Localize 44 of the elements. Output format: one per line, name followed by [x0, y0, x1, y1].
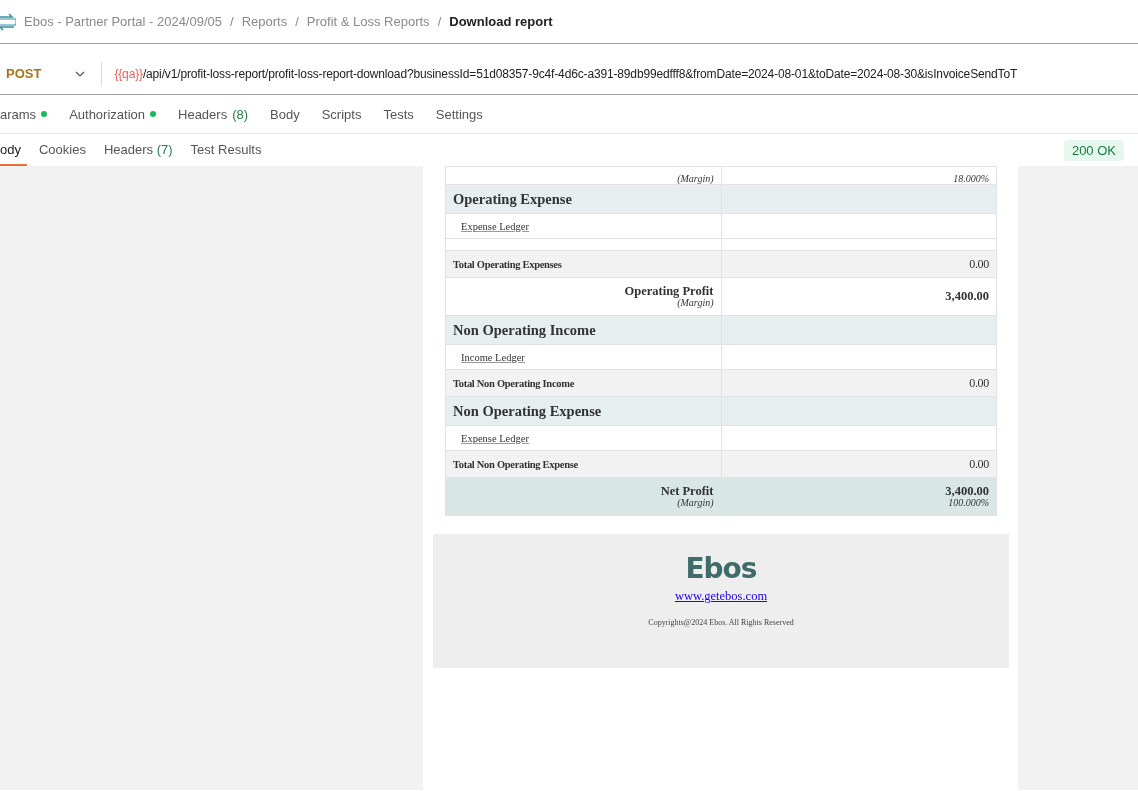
method-dropdown[interactable]: POST [0, 61, 102, 86]
section-heading: Non Operating Expense [445, 396, 721, 426]
section-heading: Non Operating Income [445, 315, 721, 345]
total-value: 0.00 [721, 250, 997, 278]
ledger-name: Expense Ledger [460, 220, 529, 232]
request-tab[interactable]: Body [270, 106, 300, 122]
ledger-name: Expense Ledger [460, 432, 529, 444]
breadcrumb-separator: / [230, 14, 234, 29]
breadcrumb-link[interactable]: Profit & Loss Reports [306, 14, 430, 29]
profit-value: 3,400.00 [721, 277, 997, 316]
website-link[interactable]: www.getebos.com [674, 588, 768, 604]
request-tab[interactable]: Tests [383, 106, 414, 122]
total-value: 0.00 [721, 369, 997, 397]
status-dot [41, 111, 48, 117]
url-field[interactable]: {{qa}}/api/v1/profit-loss-report/profit-loss-report-download?businessId=51d08357-9c4f-4d6c-a391-89db99edfff8&fromDate=2024-08-01&toDate=2024-08-30&isInvoiceSendToT [101, 61, 1018, 86]
breadcrumb-link[interactable]: Ebos - Partner Portal - 2024/09/05 [24, 14, 222, 29]
status-badge: 200 OK [1063, 139, 1124, 161]
status-dot [150, 111, 156, 117]
profit-cell: Net Profit (Margin) [445, 477, 721, 516]
response-tab[interactable]: Test Results [184, 134, 268, 166]
ledger-name: Income Ledger [460, 351, 525, 363]
total-label: Total Non Operating Expense [445, 450, 721, 478]
request-tab[interactable]: Headers (8) [178, 106, 249, 122]
profit-cell: Operating Profit (Margin) [445, 277, 721, 316]
breadcrumb-current: Download report [449, 14, 553, 29]
response-tab[interactable]: Cookies [32, 134, 92, 166]
margin-label: (Margin) [445, 166, 721, 185]
response-tab[interactable]: Headers (7) [97, 134, 179, 166]
breadcrumb-separator: / [437, 14, 442, 29]
chevron-icon [75, 70, 86, 77]
total-value: 0.00 [721, 450, 997, 478]
request-tab[interactable]: Scripts [321, 106, 362, 122]
copyright-text: Copyrights@2024 Ebos. All Rights Reserved [648, 617, 794, 627]
margin-value: 18.000% [721, 166, 997, 185]
profit-value: 3,400.00 100.000% [721, 477, 997, 516]
section-heading: Operating Expense [445, 184, 721, 214]
total-label: Total Non Operating Income [445, 369, 721, 397]
breadcrumb-separator: / [295, 14, 299, 29]
logo: Ebos [685, 554, 757, 585]
request-tab[interactable]: Authorization [69, 106, 156, 122]
request-tab[interactable]: arams [0, 106, 48, 122]
request-tab[interactable]: Settings [435, 106, 483, 122]
breadcrumb-link[interactable]: Reports [241, 14, 288, 29]
total-label: Total Operating Expenses [445, 250, 721, 278]
